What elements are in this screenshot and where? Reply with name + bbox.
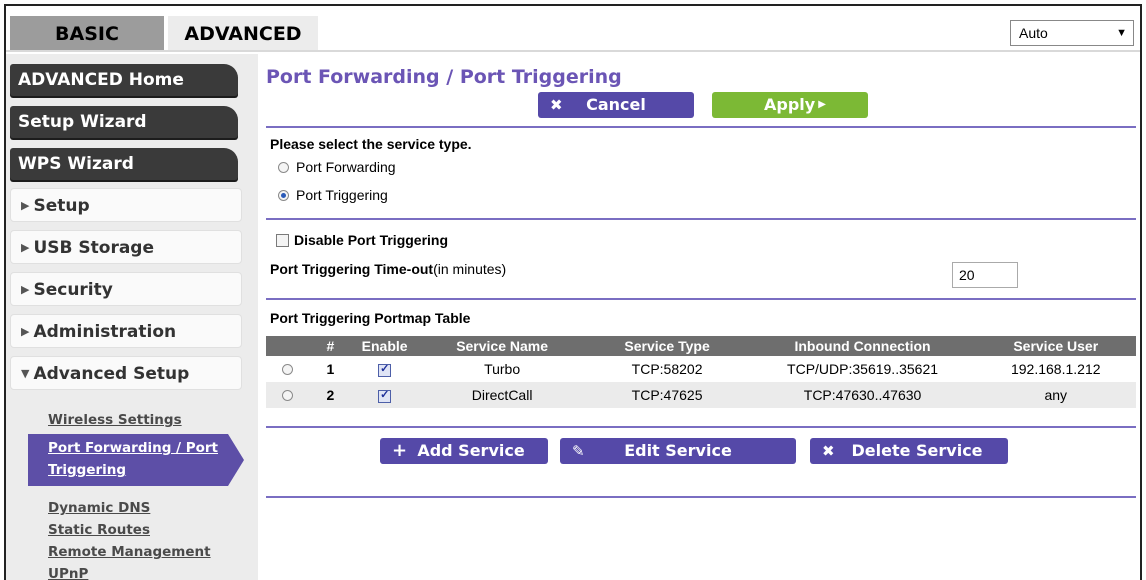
play-arrow-icon: ▶ xyxy=(818,99,826,110)
port-forwarding-radio[interactable] xyxy=(278,162,289,173)
col-header-service-type: Service Type xyxy=(584,336,750,356)
sidebar-item-label: USB Storage xyxy=(33,238,154,258)
sidebar-subitem-label-line1: Port Forwarding / Port xyxy=(48,440,219,456)
sidebar-item-advanced-setup[interactable]: ▼ Advanced Setup xyxy=(10,356,242,390)
service-type-prompt: Please select the service type. xyxy=(270,136,472,152)
col-header-num: # xyxy=(311,336,350,356)
row-enable-checkbox[interactable] xyxy=(378,362,392,377)
sidebar: ADVANCED Home Setup Wizard WPS Wizard ▶ S… xyxy=(6,54,258,580)
sidebar-item-setup[interactable]: ▶ Setup xyxy=(10,188,242,222)
row-enable xyxy=(378,388,392,403)
row-service-type: TCP:47625 xyxy=(584,382,750,408)
col-header-enable: Enable xyxy=(349,336,420,356)
sidebar-item-security[interactable]: ▶ Security xyxy=(10,272,242,306)
sidebar-item-label: Security xyxy=(33,280,113,300)
sidebar-subitem-wireless-settings[interactable]: Wireless Settings xyxy=(48,412,182,428)
apply-button-label: Apply xyxy=(764,95,816,114)
disable-port-triggering-checkbox[interactable] xyxy=(276,234,289,247)
chevron-right-icon: ▶ xyxy=(21,325,30,338)
add-service-button-label: Add Service xyxy=(417,441,525,460)
apply-button[interactable]: Apply ▶ xyxy=(712,92,868,118)
sidebar-item-setup-wizard[interactable]: Setup Wizard xyxy=(10,106,238,138)
port-triggering-radio[interactable] xyxy=(278,190,289,201)
sidebar-subitem-port-forwarding-active[interactable]: Port Forwarding / Port Triggering xyxy=(28,434,244,486)
tab-basic[interactable]: BASIC xyxy=(10,16,164,52)
delete-service-button-label: Delete Service xyxy=(851,441,983,460)
chevron-right-icon: ▶ xyxy=(21,199,30,212)
delete-service-button[interactable]: ✖ Delete Service xyxy=(810,438,1008,464)
divider xyxy=(266,298,1136,300)
port-forwarding-label: Port Forwarding xyxy=(296,159,396,175)
timeout-input[interactable]: 20 xyxy=(952,262,1018,288)
sidebar-item-advanced-home[interactable]: ADVANCED Home xyxy=(10,64,238,96)
chevron-right-icon: ▶ xyxy=(21,283,30,296)
page-title: Port Forwarding / Port Triggering xyxy=(266,66,622,88)
row-service-name: DirectCall xyxy=(419,382,585,408)
divider xyxy=(266,126,1136,128)
sidebar-item-label: Advanced Setup xyxy=(33,364,190,384)
portmap-table-title: Port Triggering Portmap Table xyxy=(270,310,471,326)
sidebar-subitem-static-routes[interactable]: Static Routes xyxy=(48,522,150,538)
divider xyxy=(266,496,1136,498)
table-row: 2 DirectCall TCP:47625 TCP:47630..47630 … xyxy=(266,382,1136,408)
row-service-type: TCP:58202 xyxy=(631,361,703,377)
row-number: 1 xyxy=(326,361,335,377)
sidebar-item-wps-wizard[interactable]: WPS Wizard xyxy=(10,148,238,180)
sidebar-subitem-label-line2: Triggering xyxy=(48,462,127,478)
sidebar-item-administration[interactable]: ▶ Administration xyxy=(10,314,242,348)
top-bar: BASIC ADVANCED Auto ▼ xyxy=(6,6,1140,52)
row-select xyxy=(282,389,295,403)
language-select-value: Auto xyxy=(1019,25,1048,41)
edit-service-button[interactable]: ✎ Edit Service xyxy=(560,438,796,464)
col-header-service-name: Service Name xyxy=(419,336,585,356)
row-inbound-connection: TCP/UDP:35619..35621 xyxy=(787,361,939,377)
chevron-down-icon: ▼ xyxy=(1116,27,1127,39)
portmap-table: # Enable Service Name Service Type Inbou… xyxy=(266,336,1136,408)
row-inbound-connection: TCP:47630..47630 xyxy=(749,382,976,408)
disable-port-triggering-label: Disable Port Triggering xyxy=(294,232,449,248)
divider xyxy=(266,426,1136,428)
sidebar-item-usb-storage[interactable]: ▶ USB Storage xyxy=(10,230,242,264)
sidebar-subitem-upnp[interactable]: UPnP xyxy=(48,566,88,580)
row-select xyxy=(282,363,295,377)
chevron-down-icon: ▼ xyxy=(21,367,30,380)
sidebar-subitem-remote-management[interactable]: Remote Management xyxy=(48,544,211,560)
sidebar-subitem-dynamic-dns[interactable]: Dynamic DNS xyxy=(48,500,150,516)
row-number: 2 xyxy=(311,382,350,408)
timeout-label: Port Triggering Time-out(in minutes) xyxy=(270,261,506,277)
add-service-button[interactable]: + Add Service xyxy=(380,438,548,464)
tab-advanced[interactable]: ADVANCED xyxy=(168,16,318,52)
port-triggering-label: Port Triggering xyxy=(296,187,388,203)
row-service-user: 192.168.1.212 xyxy=(1010,361,1101,377)
col-header-inbound-connection: Inbound Connection xyxy=(749,336,976,356)
chevron-right-icon: ▶ xyxy=(21,241,30,254)
col-header-service-user: Service User xyxy=(975,336,1136,356)
cancel-button[interactable]: ✖ Cancel xyxy=(538,92,694,118)
row-select-radio[interactable] xyxy=(282,389,294,401)
row-service-user: any xyxy=(975,382,1136,408)
router-admin-frame: BASIC ADVANCED Auto ▼ ADVANCED Home Setu… xyxy=(4,4,1142,580)
sidebar-item-label: Setup xyxy=(33,196,90,216)
edit-service-button-label: Edit Service xyxy=(624,441,732,460)
divider xyxy=(266,218,1136,220)
row-enable-checkbox[interactable] xyxy=(378,388,392,403)
sidebar-item-label: Administration xyxy=(33,322,177,342)
col-header-select xyxy=(266,336,312,356)
language-select[interactable]: Auto ▼ xyxy=(1010,20,1134,46)
main-content: Port Forwarding / Port Triggering ✖ Canc… xyxy=(262,54,1140,580)
table-row: 1 Turbo TCP:58202 TCP/UDP:35619..35621 1… xyxy=(266,356,1136,382)
row-select-radio[interactable] xyxy=(282,363,294,375)
table-header-row: # Enable Service Name Service Type Inbou… xyxy=(266,336,1136,356)
cancel-button-label: Cancel xyxy=(586,95,646,114)
timeout-label-text: Port Triggering Time-out xyxy=(270,261,434,277)
row-enable xyxy=(378,362,392,377)
row-service-name: Turbo xyxy=(484,361,521,377)
timeout-label-unit: (in minutes) xyxy=(433,261,507,277)
